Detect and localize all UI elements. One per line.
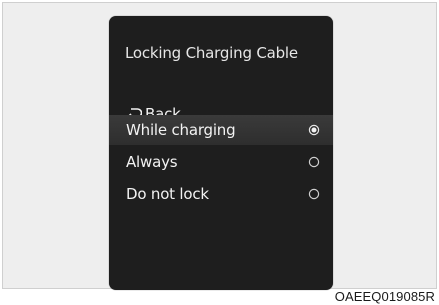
figure-code: OAEEQ019085R	[334, 289, 435, 304]
settings-screen: Locking Charging Cable Back While chargi…	[109, 16, 333, 290]
radio-selected-icon	[308, 124, 320, 136]
option-do-not-lock[interactable]: Do not lock	[109, 179, 333, 209]
option-label: While charging	[126, 121, 236, 139]
option-label: Always	[126, 153, 178, 171]
option-always[interactable]: Always	[109, 147, 333, 177]
screen-title: Locking Charging Cable	[125, 44, 298, 62]
option-while-charging[interactable]: While charging	[109, 115, 333, 145]
radio-unselected-icon	[308, 156, 320, 168]
radio-unselected-icon	[308, 188, 320, 200]
option-label: Do not lock	[126, 185, 209, 203]
